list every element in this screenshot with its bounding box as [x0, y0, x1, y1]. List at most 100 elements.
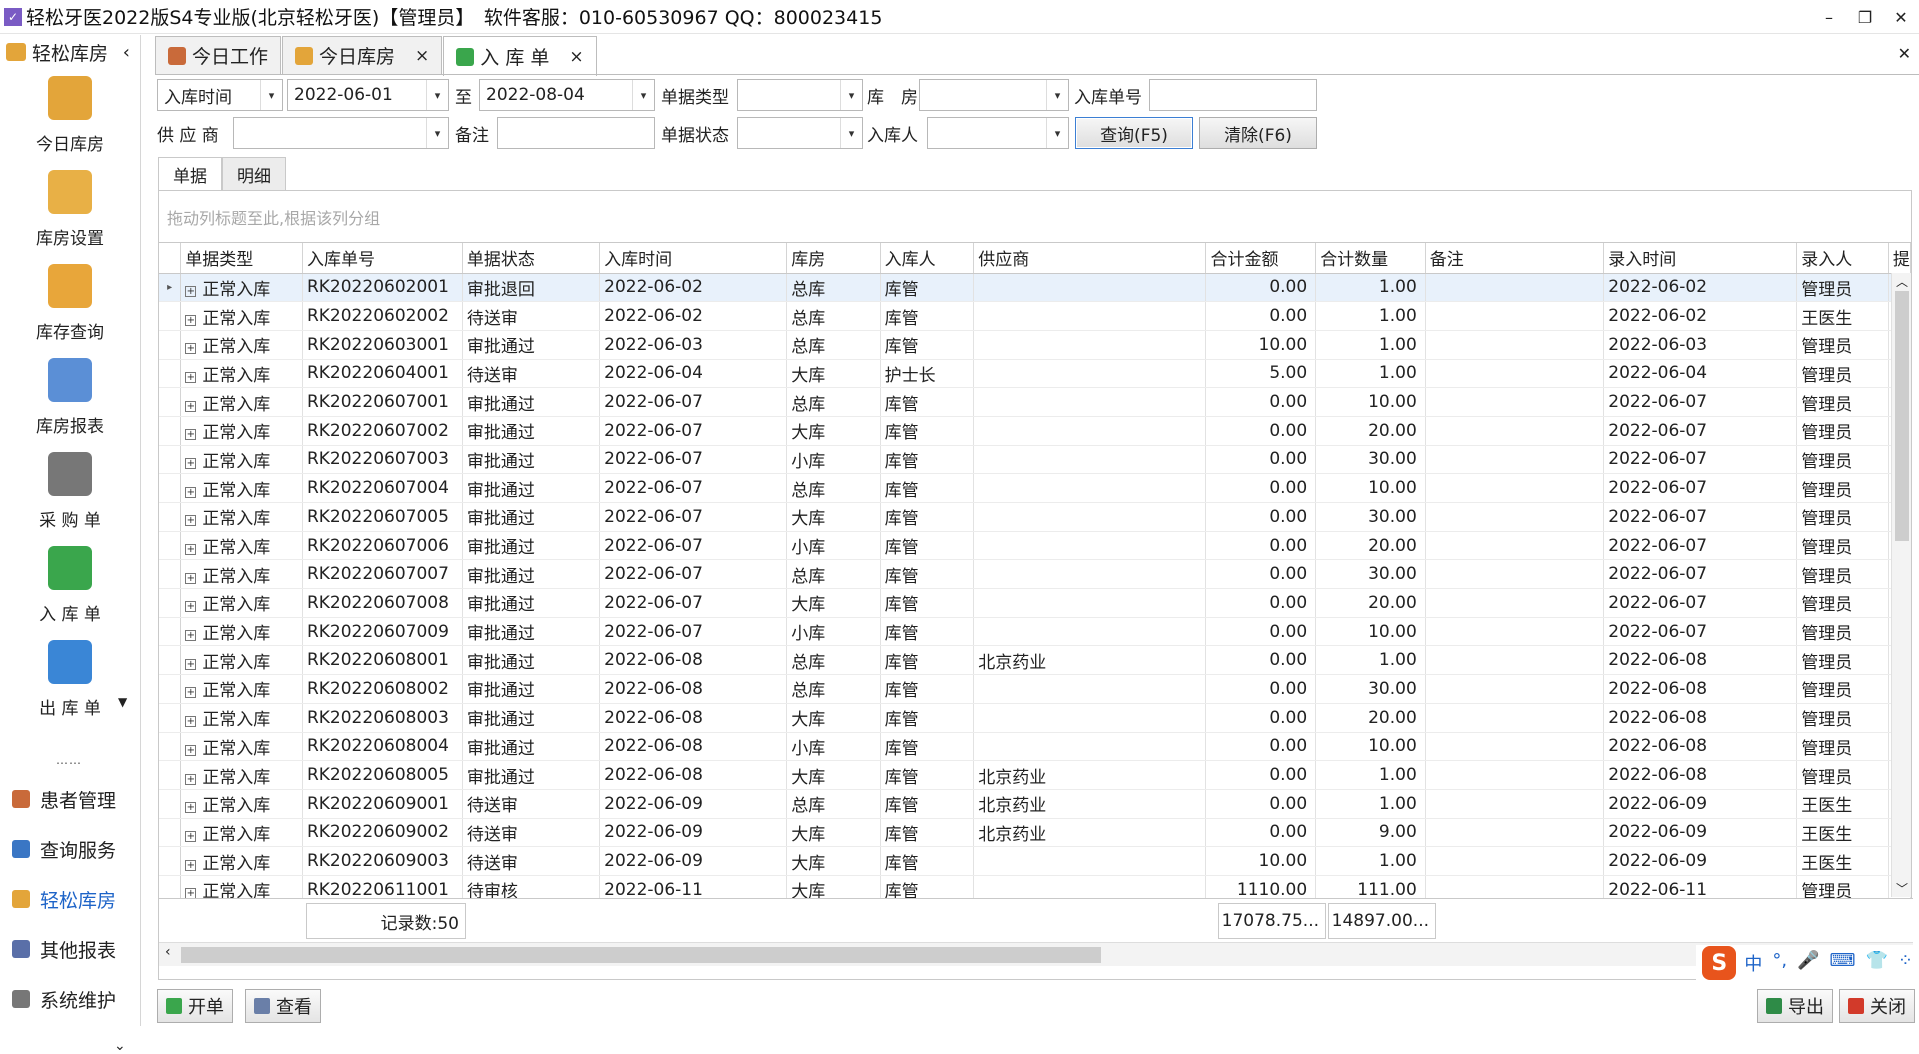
sidebar-collapse-button[interactable]: ‹ — [123, 42, 130, 63]
remark-input[interactable] — [497, 117, 655, 149]
tab-0[interactable]: 今日工作 — [155, 36, 282, 74]
expand-row-icon[interactable]: + — [185, 687, 197, 699]
column-header[interactable]: 合计数量 — [1315, 243, 1426, 274]
ime-tool-icon[interactable]: ⁘ — [1898, 950, 1913, 976]
scroll-up-icon[interactable]: ︿ — [1892, 273, 1912, 290]
expand-row-icon[interactable]: + — [185, 486, 197, 498]
table-row[interactable]: + 正常入库 RK20220607008 审批通过 2022-06-07 大库 库管 0.00… — [159, 588, 1912, 618]
table-row[interactable]: + 正常入库 RK20220607006 审批通过 2022-06-07 小库 库管 0.00… — [159, 531, 1912, 561]
expand-row-icon[interactable]: + — [185, 601, 197, 613]
subtab-0[interactable]: 单据 — [158, 157, 222, 191]
table-row[interactable]: + 正常入库 RK20220607001 审批通过 2022-06-07 总库 库管 0.00… — [159, 387, 1912, 417]
close-all-tabs-button[interactable]: ✕ — [1898, 44, 1911, 63]
table-row[interactable]: + 正常入库 RK20220609001 待送审 2022-06-09 总库 库管 北京药业 0… — [159, 789, 1912, 819]
expand-row-icon[interactable]: + — [185, 371, 197, 383]
horizontal-scrollbar[interactable]: ‹ — [159, 942, 1913, 966]
table-row[interactable]: + 正常入库 RK20220607005 审批通过 2022-06-07 大库 库管 0.00… — [159, 502, 1912, 532]
column-header[interactable]: 录入人 — [1796, 243, 1889, 274]
sidebar-expand-icon[interactable]: ⌄ — [114, 1038, 126, 1054]
table-row[interactable]: + 正常入库 RK20220608003 审批通过 2022-06-08 大库 库管 0.00… — [159, 703, 1912, 733]
supplier-select[interactable]: ▾ — [233, 117, 449, 149]
view-order-button[interactable]: 查看 — [245, 989, 321, 1023]
export-button[interactable]: 导出 — [1757, 989, 1833, 1023]
table-row[interactable]: + 正常入库 RK20220608002 审批通过 2022-06-08 总库 库管 0.00… — [159, 674, 1912, 704]
expand-row-icon[interactable]: + — [185, 658, 197, 670]
sidebar-tile-4[interactable]: 采 购 单 — [0, 445, 140, 539]
column-header[interactable]: 录入时间 — [1603, 243, 1798, 274]
sidebar-tile-5[interactable]: 入 库 单 — [0, 539, 140, 633]
ime-tool-icon[interactable]: °, — [1772, 950, 1787, 976]
expand-row-icon[interactable]: + — [185, 744, 197, 756]
sidebar-nav-item-4[interactable]: 系统维护 — [0, 977, 141, 1021]
expand-row-icon[interactable]: + — [185, 544, 197, 556]
table-row[interactable]: + 正常入库 RK20220604001 待送审 2022-06-04 大库 护士长 5.00… — [159, 359, 1912, 389]
column-header[interactable]: 入库人 — [880, 243, 975, 274]
table-row[interactable]: ▸ + 正常入库 RK20220602001 审批退回 2022-06-02 总库 库管 0.0… — [159, 273, 1912, 303]
table-row[interactable]: + 正常入库 RK20220609002 待送审 2022-06-09 大库 库管 北京药业 0… — [159, 818, 1912, 848]
status-select[interactable]: ▾ — [737, 117, 863, 149]
table-row[interactable]: + 正常入库 RK20220607004 审批通过 2022-06-07 总库 库管 0.00… — [159, 473, 1912, 503]
close-window-button[interactable]: ✕ — [1883, 0, 1919, 34]
column-header[interactable]: 入库单号 — [302, 243, 463, 274]
sogou-logo-icon[interactable]: S — [1702, 946, 1737, 980]
table-row[interactable]: + 正常入库 RK20220607009 审批通过 2022-06-07 小库 库管 0.00… — [159, 617, 1912, 647]
expand-row-icon[interactable]: + — [185, 716, 197, 728]
tab-close-icon[interactable]: × — [569, 47, 583, 67]
order-no-input[interactable] — [1149, 79, 1317, 111]
tab-2[interactable]: 入 库 单 × — [443, 36, 597, 76]
expand-row-icon[interactable]: + — [185, 630, 197, 642]
table-row[interactable]: + 正常入库 RK20220609003 待送审 2022-06-09 大库 库管 10.00… — [159, 846, 1912, 876]
vertical-scroll-thumb[interactable] — [1895, 291, 1909, 541]
ime-tool-icon[interactable]: 中 — [1744, 950, 1762, 976]
sidebar-nav-item-2[interactable]: 轻松库房 — [0, 877, 141, 921]
restore-button[interactable]: ❐ — [1847, 0, 1883, 34]
table-row[interactable]: + 正常入库 RK20220607002 审批通过 2022-06-07 大库 库管 0.00… — [159, 416, 1912, 446]
column-header[interactable]: 单据状态 — [462, 243, 601, 274]
date-from-picker[interactable]: 2022-06-01 ▾ — [287, 79, 449, 111]
column-header[interactable]: 单据类型 — [180, 243, 303, 274]
horizontal-scroll-thumb[interactable] — [181, 947, 1101, 963]
expand-row-icon[interactable]: + — [185, 830, 197, 842]
receiver-select[interactable]: ▾ — [927, 117, 1069, 149]
expand-row-icon[interactable]: + — [185, 343, 197, 355]
table-row[interactable]: + 正常入库 RK20220608005 审批通过 2022-06-08 大库 库管 北京药业… — [159, 760, 1912, 790]
sidebar-tile-2[interactable]: 库存查询 — [0, 257, 140, 351]
sidebar-nav-item-1[interactable]: 查询服务 — [0, 827, 141, 871]
column-header[interactable]: 提 — [1888, 243, 1912, 274]
column-header[interactable]: 库房 — [786, 243, 881, 274]
tab-1[interactable]: 今日库房 × — [282, 36, 443, 74]
ime-tool-icon[interactable]: 🎤 — [1797, 950, 1819, 976]
ime-tool-icon[interactable]: 👕 — [1865, 950, 1887, 976]
table-row[interactable]: + 正常入库 RK20220603001 审批通过 2022-06-03 总库 库管 10.0… — [159, 330, 1912, 360]
splitter-grip[interactable]: …… — [56, 753, 82, 767]
expand-row-icon[interactable]: + — [185, 285, 197, 297]
column-header[interactable]: 备注 — [1425, 243, 1605, 274]
table-row[interactable]: + 正常入库 RK20220607003 审批通过 2022-06-07 小库 库管 0.00… — [159, 445, 1912, 475]
sidebar-nav-item-0[interactable]: 患者管理 — [0, 777, 141, 821]
tab-close-icon[interactable]: × — [415, 46, 429, 66]
subtab-1[interactable]: 明细 — [222, 157, 286, 191]
expand-row-icon[interactable]: + — [185, 515, 197, 527]
minimize-button[interactable]: – — [1811, 0, 1847, 34]
column-header[interactable]: 合计金额 — [1205, 243, 1317, 274]
vertical-scrollbar[interactable]: ︿ ﹀ — [1891, 273, 1911, 897]
expand-row-icon[interactable]: + — [185, 802, 197, 814]
clear-button[interactable]: 清除(F6) — [1199, 117, 1317, 149]
sidebar-tile-1[interactable]: 库房设置 — [0, 163, 140, 257]
expand-row-icon[interactable]: + — [185, 314, 197, 326]
more-tiles-arrow-icon[interactable]: ▼ — [118, 695, 127, 709]
sidebar-tile-0[interactable]: 今日库房 — [0, 69, 140, 163]
expand-row-icon[interactable]: + — [185, 429, 197, 441]
expand-row-icon[interactable]: + — [185, 400, 197, 412]
scroll-left-icon[interactable]: ‹ — [165, 944, 171, 960]
table-row[interactable]: + 正常入库 RK20220608001 审批通过 2022-06-08 总库 库管 北京药业… — [159, 645, 1912, 676]
date-field-select[interactable]: 入库时间 ▾ — [157, 79, 283, 111]
query-button[interactable]: 查询(F5) — [1075, 117, 1193, 149]
expand-row-icon[interactable]: + — [185, 859, 197, 871]
new-order-button[interactable]: 开单 — [157, 989, 233, 1023]
sidebar-tile-6[interactable]: 出 库 单 — [0, 633, 140, 727]
expand-row-icon[interactable]: + — [185, 457, 197, 469]
sidebar-nav-item-3[interactable]: 其他报表 — [0, 927, 141, 971]
table-row[interactable]: + 正常入库 RK20220602002 待送审 2022-06-02 总库 库管 0.00 1… — [159, 301, 1912, 331]
doc-type-select[interactable]: ▾ — [737, 79, 863, 111]
